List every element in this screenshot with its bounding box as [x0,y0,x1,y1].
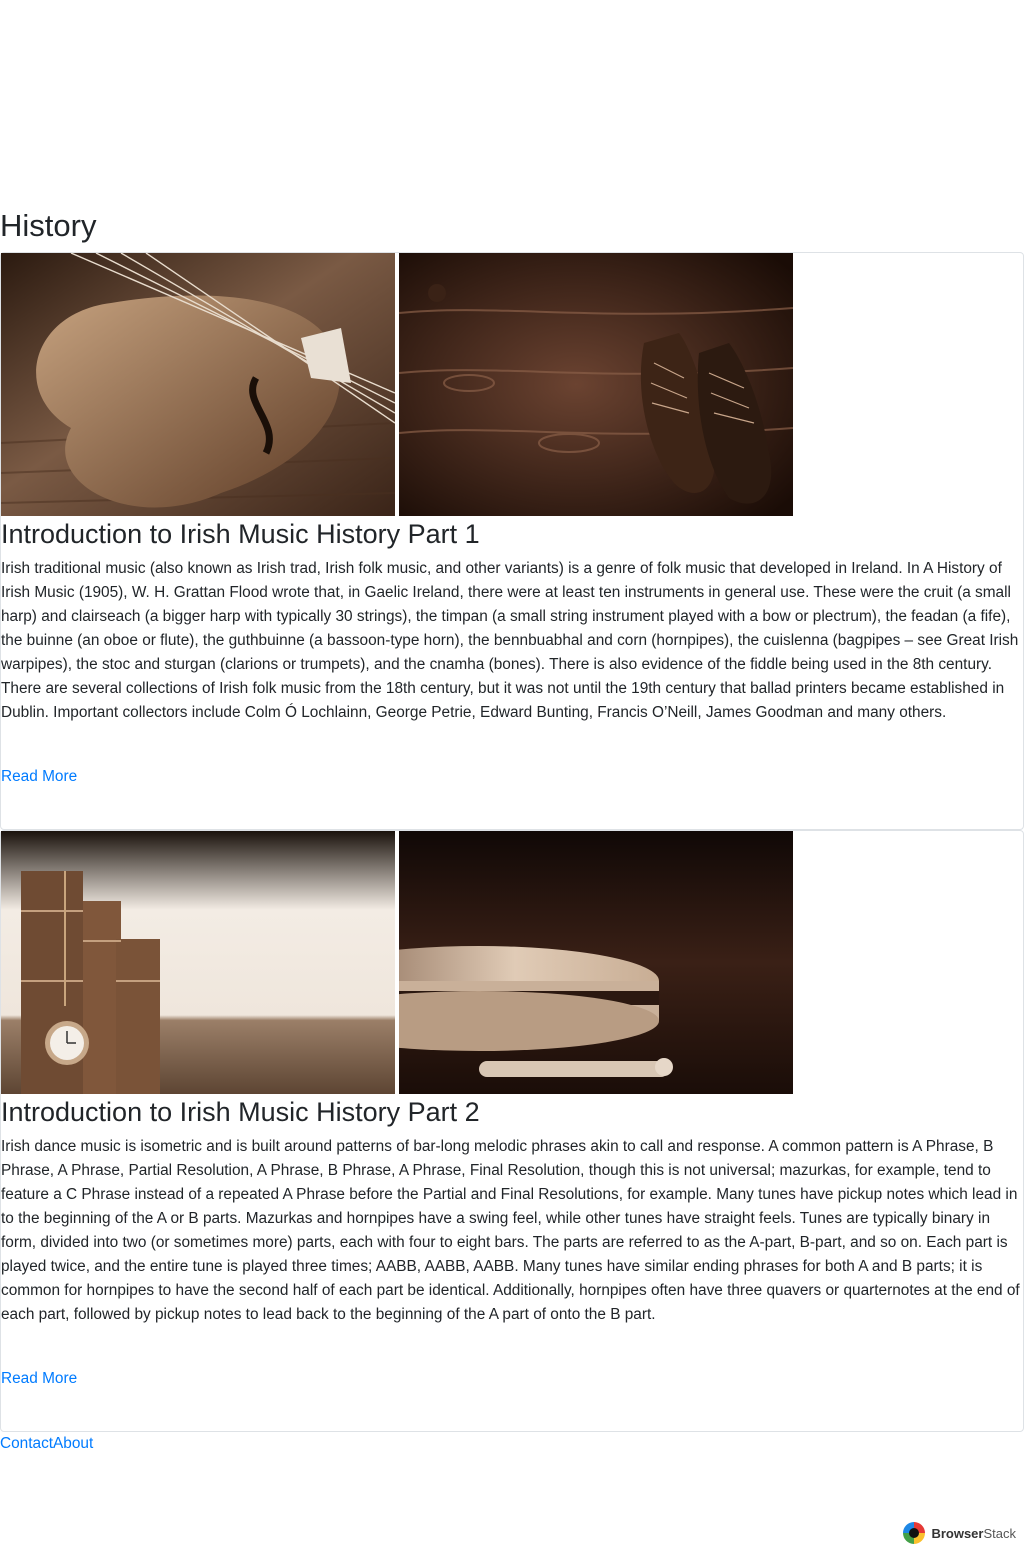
badge-brand-light: Stack [983,1525,1016,1541]
read-more-link[interactable]: Read More [1,765,77,789]
dance-shoes-image [399,253,793,516]
bodhran-drum-image [399,831,793,1094]
article-title: Introduction to Irish Music History Part… [1,1097,480,1127]
footer-links: ContactAbout [0,1432,93,1456]
badge-brand-strong: Browser [931,1525,984,1541]
contact-link[interactable]: Contact [0,1435,53,1452]
violin-image [1,253,395,516]
article-text: Irish traditional music (also known as I… [1,560,1019,721]
page-title: History [0,208,97,243]
article-image-row [1,831,794,1094]
browserstack-badge: Browser Stack [903,1520,1016,1546]
article-image-row [1,253,794,516]
article-card: Introduction to Irish Music History Part… [0,830,1024,1432]
article-text: Irish dance music is isometric and is bu… [1,1138,1020,1323]
books-pocket-watch-image [1,831,395,1094]
read-more-link[interactable]: Read More [1,1367,77,1391]
article-title: Introduction to Irish Music History Part… [1,519,480,549]
article-card: Introduction to Irish Music History Part… [0,252,1024,830]
browserstack-logo-icon [903,1522,926,1544]
about-link[interactable]: About [53,1435,93,1452]
